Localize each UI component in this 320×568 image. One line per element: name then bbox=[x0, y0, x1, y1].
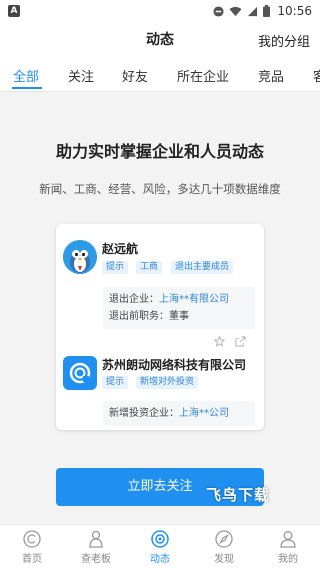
company-name: 苏州朗动网络科技有限公司 bbox=[102, 358, 247, 372]
tag-business-registry: 工商 bbox=[136, 261, 163, 274]
tag-new-investment: 新增对外投资 bbox=[136, 376, 199, 389]
star-icon[interactable] bbox=[214, 336, 225, 347]
tab-all[interactable]: 全部 bbox=[13, 66, 39, 85]
share-icon[interactable] bbox=[235, 336, 246, 347]
radar-icon bbox=[151, 530, 169, 548]
company-info-box: 新增投资企业：上海**公司 bbox=[103, 401, 255, 426]
nav-dynamics[interactable]: 动态 bbox=[132, 529, 188, 565]
person-avatar bbox=[63, 240, 97, 274]
person-name: 赵远航 bbox=[102, 242, 139, 256]
status-right: 10:56 bbox=[213, 4, 312, 18]
tab-bar: 全部 关注 好友 所在企业 竞品 客 bbox=[0, 56, 320, 92]
info-row: 退出企业：上海**有限公司 bbox=[109, 291, 249, 308]
nav-home-label: 首页 bbox=[22, 554, 42, 565]
active-tab-indicator bbox=[12, 87, 42, 89]
app-notification-icon: A bbox=[8, 5, 20, 17]
page-title: 动态 bbox=[146, 32, 174, 48]
tab-competitors[interactable]: 竞品 bbox=[258, 66, 284, 85]
tab-my-company[interactable]: 所在企业 bbox=[177, 66, 229, 85]
info-row: 退出前职务：董事 bbox=[109, 308, 249, 325]
tag-exit-member: 退出主要成员 bbox=[171, 261, 234, 274]
nav-discover-label: 发现 bbox=[214, 554, 234, 565]
watermark-text: 飞鸟下载 bbox=[206, 486, 271, 504]
hero-title: 助力实时掌握企业和人员动态 bbox=[55, 142, 264, 161]
nav-find-boss[interactable]: 查老板 bbox=[68, 529, 124, 565]
company-c-logo-icon bbox=[69, 362, 91, 384]
tab-clients[interactable]: 客 bbox=[313, 66, 320, 85]
company-logo bbox=[63, 356, 97, 390]
tag-hint: 提示 bbox=[102, 261, 129, 274]
tab-friends[interactable]: 好友 bbox=[122, 66, 148, 85]
hero-subtitle: 新闻、工商、经营、风险，多达几十项数据维度 bbox=[39, 182, 281, 196]
battery-icon bbox=[263, 5, 271, 17]
nav-mine[interactable]: 我的 bbox=[260, 529, 316, 565]
invested-company-link[interactable]: 上海**公司 bbox=[179, 408, 229, 419]
tag-hint: 提示 bbox=[102, 376, 129, 389]
person-info-box: 退出企业：上海**有限公司 退出前职务：董事 bbox=[103, 287, 255, 329]
exited-company-link[interactable]: 上海**有限公司 bbox=[159, 294, 229, 305]
status-left: A bbox=[8, 5, 20, 17]
status-bar: A 10:56 bbox=[0, 0, 320, 22]
nav-dynamics-label: 动态 bbox=[150, 554, 170, 565]
compass-icon bbox=[215, 530, 233, 548]
nav-mine-label: 我的 bbox=[278, 554, 298, 565]
home-c-icon bbox=[23, 530, 41, 548]
bottom-navigation: 首页 查老板 动态 发现 我的 bbox=[0, 524, 320, 568]
nav-find-boss-label: 查老板 bbox=[81, 554, 111, 565]
user-icon bbox=[280, 531, 296, 548]
sample-dynamics-card: 赵远航 提示 工商 退出主要成员 退出企业：上海**有限公司 退出前职务：董事 … bbox=[56, 224, 264, 430]
status-time: 10:56 bbox=[277, 4, 312, 18]
nav-discover[interactable]: 发现 bbox=[196, 529, 252, 565]
tab-following[interactable]: 关注 bbox=[68, 66, 94, 85]
info-label: 退出前职务： bbox=[109, 311, 169, 322]
info-label: 退出企业： bbox=[109, 294, 159, 305]
app-header: 动态 我的分组 bbox=[0, 22, 320, 56]
card-action-icons bbox=[214, 336, 246, 347]
info-label: 新增投资企业： bbox=[109, 408, 179, 419]
signal-icon bbox=[248, 6, 258, 16]
bird-avatar-icon bbox=[63, 240, 97, 274]
nav-home[interactable]: 首页 bbox=[4, 529, 60, 565]
info-row: 新增投资企业：上海**公司 bbox=[109, 405, 249, 422]
person-icon bbox=[89, 530, 103, 548]
wifi-icon bbox=[229, 6, 242, 16]
my-groups-link[interactable]: 我的分组 bbox=[258, 31, 310, 50]
info-value: 董事 bbox=[169, 311, 189, 322]
dnd-icon bbox=[213, 5, 224, 17]
